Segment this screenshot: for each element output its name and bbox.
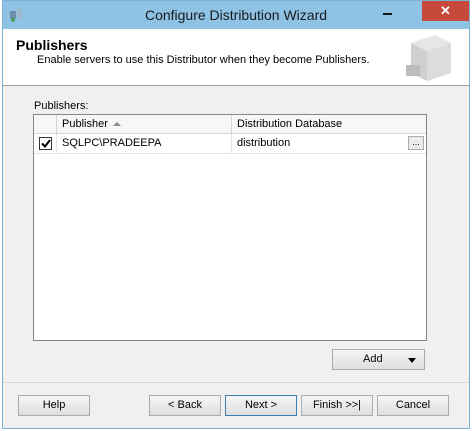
back-button[interactable]: < Back [149, 395, 221, 416]
chevron-down-icon [408, 358, 416, 363]
add-button[interactable]: Add [332, 349, 425, 370]
browse-database-button[interactable]: ... [408, 136, 424, 150]
publisher-enable-checkbox[interactable] [39, 137, 52, 150]
page-subtitle: Enable servers to use this Distributor w… [37, 54, 370, 66]
minimize-icon [382, 13, 392, 15]
table-row[interactable]: SQLPC\PRADEEPA distribution ... [34, 134, 426, 154]
help-button[interactable]: Help [18, 395, 90, 416]
wizard-footer: Help < Back Next > Finish >>| Cancel [3, 382, 469, 428]
close-icon: ✕ [440, 3, 451, 18]
wizard-header: Publishers Enable servers to use this Di… [3, 29, 469, 86]
server-graphic-icon [406, 35, 451, 81]
column-header-publisher[interactable]: Publisher [57, 115, 232, 133]
publishers-label: Publishers: [34, 100, 89, 112]
distribution-database-cell[interactable]: distribution [232, 134, 426, 153]
row-select-cell [34, 134, 57, 153]
column-header-publisher-label: Publisher [62, 118, 108, 130]
column-header-select[interactable] [34, 115, 57, 133]
column-header-distribution-database[interactable]: Distribution Database [232, 115, 426, 133]
finish-button[interactable]: Finish >>| [301, 395, 373, 416]
add-button-label: Add [363, 353, 383, 365]
checkmark-icon [40, 139, 51, 148]
grid-header: Publisher Distribution Database [34, 115, 426, 134]
wizard-window: Configure Distribution Wizard ✕ Publishe… [2, 0, 470, 429]
minimize-button[interactable] [375, 1, 399, 21]
window-title: Configure Distribution Wizard [144, 7, 328, 23]
sort-ascending-icon [113, 122, 121, 126]
publishers-grid[interactable]: Publisher Distribution Database SQLPC\PR… [33, 114, 427, 341]
wizard-content: Publishers: Publisher Distribution Datab… [3, 86, 469, 382]
close-button[interactable]: ✕ [422, 1, 469, 21]
title-bar[interactable]: Configure Distribution Wizard ✕ [3, 1, 469, 29]
page-title: Publishers [16, 37, 88, 53]
cancel-button[interactable]: Cancel [377, 395, 449, 416]
publisher-name-cell: SQLPC\PRADEEPA [57, 134, 232, 153]
next-button[interactable]: Next > [225, 395, 297, 416]
